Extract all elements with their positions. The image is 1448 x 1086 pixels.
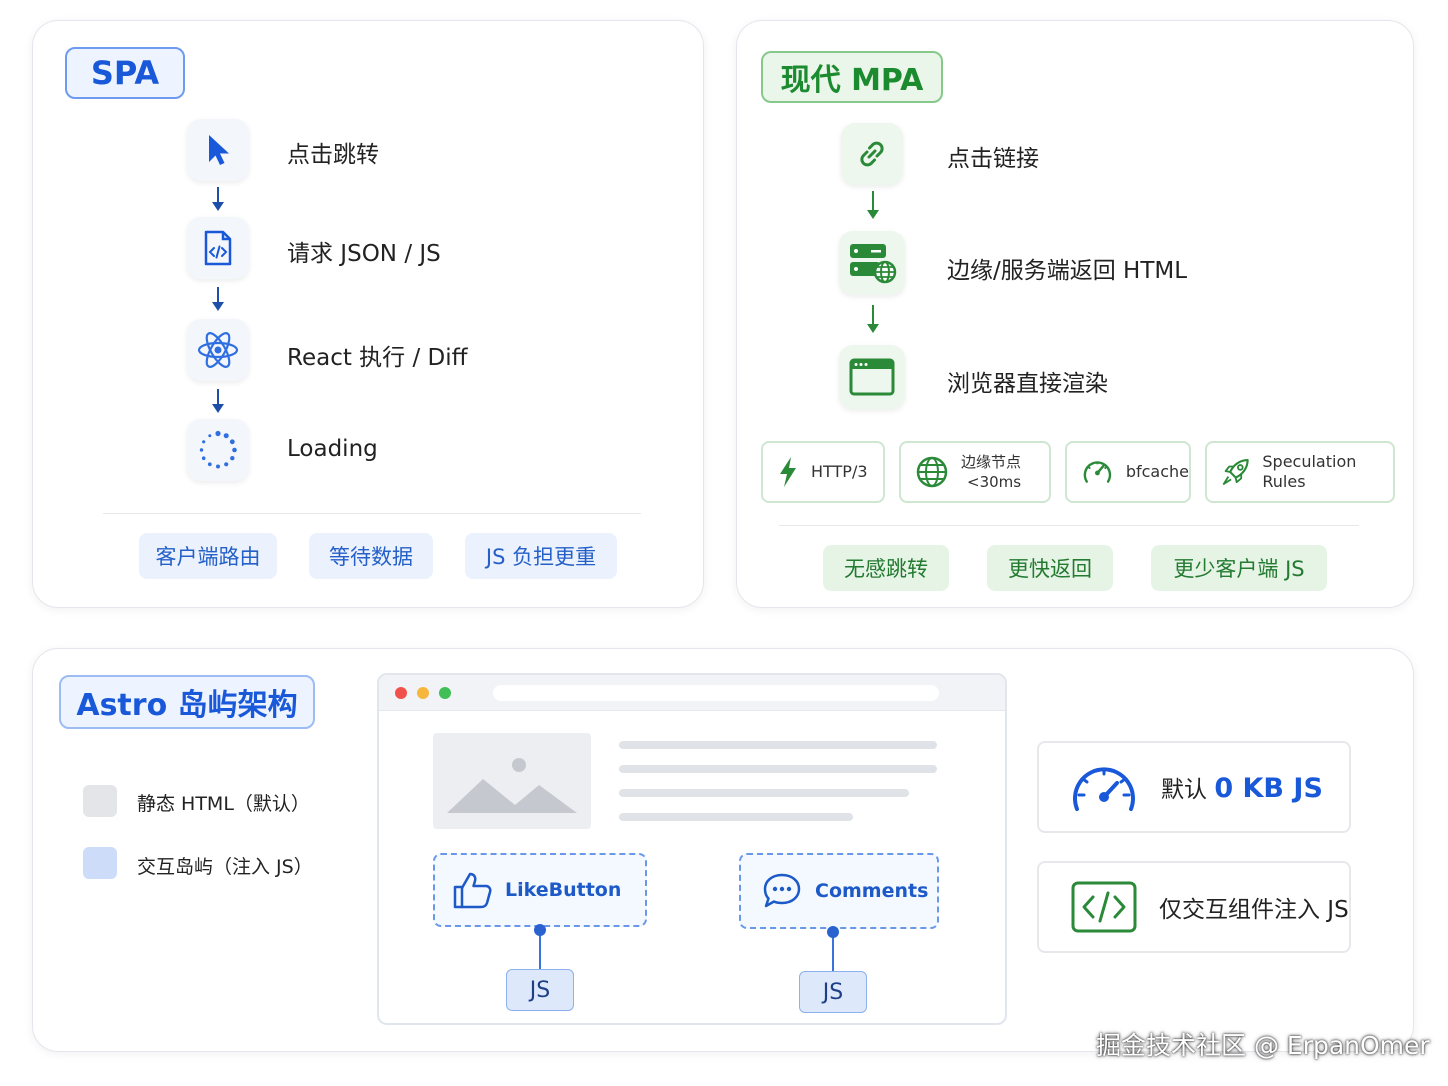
feature-edge-line2: <30ms (967, 473, 1022, 491)
maximize-dot (439, 687, 451, 699)
info-inject-label: 仅交互组件注入 JS (1159, 897, 1349, 923)
spa-step-1: 点击跳转 (287, 142, 379, 168)
legend-island-label: 交互岛屿（注入 JS） (137, 856, 313, 878)
chat-bubble-icon (763, 873, 801, 908)
spa-divider (103, 513, 641, 514)
minimize-dot (417, 687, 429, 699)
browser-mockup: LikeButton JS Comments JS (377, 673, 1007, 1025)
watermark: 掘金技术社区 @ ErpanOmer (1096, 1031, 1430, 1060)
mpa-card: 现代 MPA 点击链接 边缘/服务端返回 HTML 浏览器直接渲染 HTTP/3… (736, 20, 1414, 608)
text-line (619, 813, 853, 821)
spa-step-3: React 执行 / Diff (287, 345, 468, 371)
info-zero-kb: 0 KB JS (1214, 773, 1323, 804)
chip-client-routing: 客户端路由 (139, 533, 277, 579)
island-comments: Comments (739, 853, 939, 929)
feature-bfcache-label: bfcache (1125, 462, 1189, 481)
feature-http3: HTTP/3 (761, 441, 885, 503)
feature-bfcache: bfcache (1065, 441, 1191, 503)
feature-edge-line1: 边缘节点 (961, 453, 1022, 471)
arrow-down (867, 191, 879, 219)
legend-static-swatch (83, 785, 117, 817)
arrow-down (212, 389, 224, 413)
mpa-step-2: 边缘/服务端返回 HTML (947, 258, 1188, 284)
browser-window-icon (839, 345, 905, 409)
astro-title: Astro 岛屿架构 (59, 675, 315, 729)
arrow-down (212, 287, 224, 311)
chip-less-js: 更少客户端 JS (1151, 545, 1327, 591)
arrow-down (867, 305, 879, 333)
feature-http3-label: HTTP/3 (811, 462, 868, 481)
chip-js-burden: JS 负担更重 (465, 533, 617, 579)
chip-faster-back: 更快返回 (987, 545, 1113, 591)
lightning-icon (780, 457, 796, 487)
info-default-prefix: 默认 (1161, 777, 1215, 803)
chip-waiting-data: 等待数据 (309, 533, 433, 579)
mpa-step-1: 点击链接 (947, 146, 1039, 172)
code-file-icon (187, 217, 249, 279)
feature-edge: 边缘节点 <30ms (899, 441, 1051, 503)
react-atom-icon (187, 319, 249, 381)
connector (534, 924, 546, 969)
link-icon (841, 123, 903, 185)
feature-speculation-label: Speculation Rules (1262, 452, 1357, 491)
spa-card: SPA 点击跳转 请求 JSON / JS React 执行 / Diff Lo… (32, 20, 704, 608)
mpa-step-3: 浏览器直接渲染 (947, 371, 1108, 397)
rocket-icon (1222, 459, 1249, 485)
astro-card: Astro 岛屿架构 静态 HTML（默认） 交互岛屿（注入 JS） LikeB… (32, 648, 1414, 1052)
cursor-icon (187, 119, 249, 181)
island-likebutton-label: LikeButton (505, 879, 622, 901)
js-bundle-comments: JS (799, 971, 867, 1013)
address-bar (493, 685, 939, 701)
text-line (619, 789, 909, 797)
island-comments-label: Comments (815, 880, 929, 902)
feature-speculation: Speculation Rules (1205, 441, 1395, 503)
island-likebutton: LikeButton (433, 853, 647, 927)
js-bundle-likebutton: JS (506, 969, 574, 1011)
text-line (619, 765, 937, 773)
legend-static-label: 静态 HTML（默认） (137, 793, 310, 815)
text-line (619, 741, 937, 749)
spinner-icon (187, 419, 249, 481)
globe-icon (916, 456, 948, 488)
server-globe-icon (839, 231, 905, 295)
info-default-zero-js: 默认 0 KB JS (1037, 741, 1351, 833)
gauge-icon (1073, 767, 1135, 811)
chip-seamless-nav: 无感跳转 (823, 545, 949, 591)
speedometer-icon (1083, 461, 1112, 483)
mpa-divider (779, 525, 1359, 526)
browser-titlebar (379, 675, 1005, 711)
arrow-down (212, 187, 224, 211)
image-placeholder-icon (433, 733, 591, 829)
connector (827, 926, 839, 971)
spa-title: SPA (65, 47, 185, 99)
spa-step-4: Loading (287, 436, 378, 462)
thumbs-up-icon (453, 872, 492, 909)
legend-island-swatch (83, 847, 117, 879)
info-inject-js: 仅交互组件注入 JS (1037, 861, 1351, 953)
code-brackets-icon (1071, 881, 1137, 933)
spa-step-2: 请求 JSON / JS (287, 241, 441, 267)
close-dot (395, 687, 407, 699)
mpa-title: 现代 MPA (761, 51, 943, 103)
